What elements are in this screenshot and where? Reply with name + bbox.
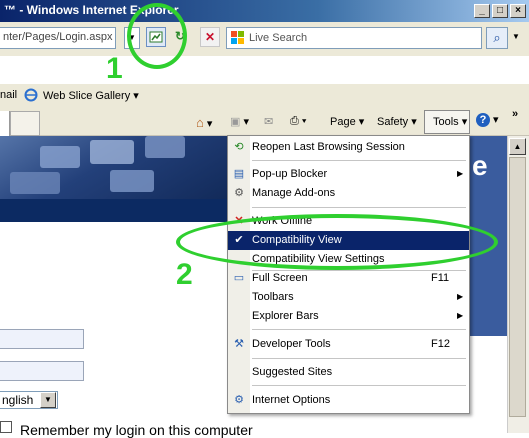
- menu-item-label: Full Screen: [252, 272, 308, 284]
- minimize-button[interactable]: _: [474, 4, 490, 18]
- chevron-down-icon: ▼: [40, 392, 56, 408]
- annotation-label-1: 1: [106, 52, 123, 85]
- menu-item-internet-options[interactable]: ⚙ Internet Options: [228, 391, 469, 410]
- address-input[interactable]: nter/Pages/Login.aspx: [0, 27, 116, 49]
- feeds-button[interactable]: ▣ ▾: [230, 115, 249, 128]
- menu-item-reopen-last-session[interactable]: ⟲ Reopen Last Browsing Session: [228, 138, 469, 157]
- live-search-logo-icon: [231, 31, 244, 44]
- menu-separator: [252, 160, 466, 161]
- stop-icon: ✕: [204, 30, 216, 44]
- menu-item-label: Pop-up Blocker: [252, 168, 328, 180]
- help-icon: ?: [476, 113, 490, 127]
- web-slice-gallery-link[interactable]: Web Slice Gallery ▾: [43, 89, 139, 102]
- popup-blocker-icon: ▤: [233, 168, 245, 180]
- more-commands-chevron-icon[interactable]: »: [512, 108, 518, 120]
- search-go-button[interactable]: ⌕: [486, 27, 508, 49]
- menu-item-shortcut: F11: [431, 272, 450, 284]
- page-menu-label: Page: [330, 116, 356, 128]
- menu-item-label: Developer Tools: [252, 338, 331, 350]
- annotation-label-2: 2: [176, 258, 193, 291]
- annotation-circle-1: [127, 3, 187, 69]
- language-value: nglish: [2, 393, 34, 407]
- menu-separator: [252, 358, 466, 359]
- search-input[interactable]: Live Search: [226, 27, 482, 49]
- scroll-thumb[interactable]: [509, 157, 526, 417]
- keyboard-image: [10, 136, 185, 194]
- addons-icon: ⚙: [234, 187, 244, 199]
- search-options-dropdown[interactable]: ▼: [510, 32, 522, 44]
- menu-item-label: Manage Add-ons: [252, 187, 336, 199]
- rss-feed-icon: ▣: [230, 116, 241, 128]
- menu-item-label: Suggested Sites: [252, 366, 333, 378]
- home-icon: ⌂: [196, 115, 204, 130]
- safety-menu-label: Safety: [377, 116, 409, 128]
- reopen-icon: ⟲: [234, 141, 244, 153]
- submenu-arrow-icon: ▶: [457, 311, 464, 320]
- menu-item-full-screen[interactable]: ▭ Full Screen F11: [228, 269, 469, 288]
- annotation-oval-2: [176, 214, 498, 270]
- menu-separator: [252, 329, 466, 330]
- close-button[interactable]: ×: [510, 4, 526, 18]
- menu-item-label: Internet Options: [252, 394, 331, 406]
- page-menu-button[interactable]: Page ▾: [330, 115, 364, 128]
- banner-letter: e: [472, 150, 488, 181]
- printer-icon: ⎙: [290, 115, 299, 127]
- mail-icon: ✉: [264, 116, 274, 128]
- menu-item-toolbars[interactable]: Toolbars ▶: [228, 288, 469, 307]
- submenu-arrow-icon: ▶: [457, 292, 464, 301]
- menu-item-manage-addons[interactable]: ⚙ Manage Add-ons: [228, 184, 469, 203]
- scroll-up-button[interactable]: ▲: [509, 138, 526, 155]
- menu-item-explorer-bars[interactable]: Explorer Bars ▶: [228, 307, 469, 326]
- browser-tab[interactable]: [0, 111, 10, 136]
- tools-menu-label-wrap: Tools ▾: [433, 116, 468, 128]
- print-button[interactable]: ⎙ ▾: [290, 115, 307, 128]
- menu-item-label: Toolbars: [252, 291, 294, 303]
- username-input[interactable]: [0, 329, 84, 349]
- menu-item-shortcut: F12: [431, 338, 450, 350]
- internet-options-icon: ⚙: [234, 394, 244, 406]
- menu-item-suggested-sites[interactable]: Suggested Sites: [228, 363, 469, 382]
- submenu-arrow-icon: ▶: [457, 169, 464, 178]
- ie-page-icon: [24, 88, 38, 102]
- tools-menu-label: Tools: [433, 116, 459, 128]
- menu-separator: [252, 207, 466, 208]
- new-tab-button[interactable]: [10, 111, 40, 136]
- developer-tools-icon: ⚒: [234, 338, 244, 350]
- fullscreen-icon: ▭: [233, 272, 245, 284]
- password-input[interactable]: [0, 361, 84, 381]
- search-icon: ⌕: [493, 30, 501, 45]
- menu-separator: [252, 385, 466, 386]
- favorites-email-link[interactable]: nail: [0, 89, 17, 101]
- menu-item-popup-blocker[interactable]: ▤ Pop-up Blocker ▶: [228, 165, 469, 184]
- search-placeholder: Live Search: [249, 32, 308, 44]
- remember-checkbox[interactable]: [0, 421, 12, 433]
- remember-label: Remember my login on this computer: [20, 422, 253, 438]
- menu-item-developer-tools[interactable]: ⚒ Developer Tools F12: [228, 335, 469, 354]
- stop-button[interactable]: ✕: [200, 27, 220, 47]
- menu-item-label: Explorer Bars: [252, 310, 319, 322]
- banner-strip: [0, 199, 230, 222]
- home-button[interactable]: ⌂ ▾: [196, 115, 212, 130]
- help-button[interactable]: ? ▾: [476, 113, 499, 127]
- maximize-button[interactable]: □: [492, 4, 508, 18]
- language-select[interactable]: nglish ▼: [0, 391, 58, 409]
- safety-menu-button[interactable]: Safety ▾: [377, 115, 417, 128]
- read-mail-button[interactable]: ✉: [264, 115, 273, 128]
- menu-item-label: Reopen Last Browsing Session: [252, 141, 405, 153]
